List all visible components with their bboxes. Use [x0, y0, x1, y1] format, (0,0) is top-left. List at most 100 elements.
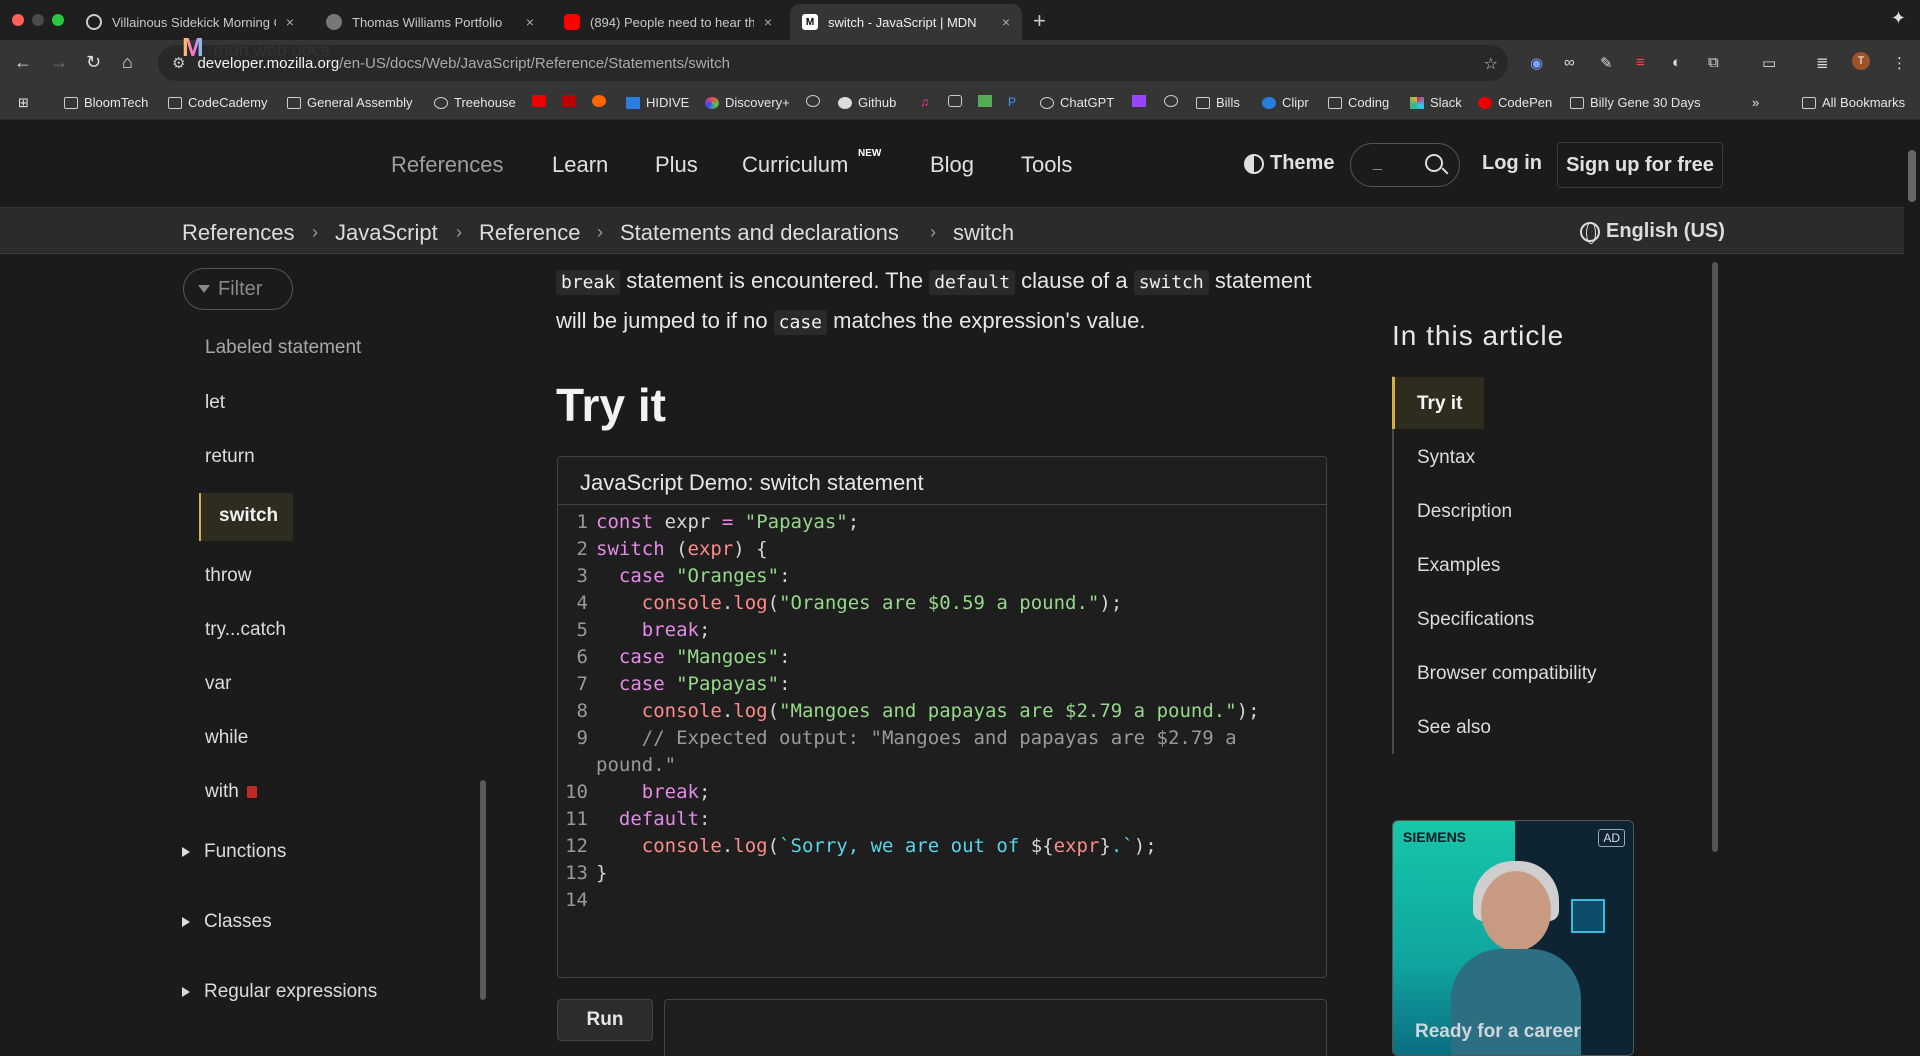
nav-learn[interactable]: Learn — [552, 152, 608, 178]
code-editor[interactable]: 1 const expr = "Papayas"; 2 switch (expr) … — [558, 505, 1326, 916]
run-button[interactable]: Run — [557, 999, 653, 1041]
sidebar-item[interactable]: with — [205, 781, 257, 803]
bookmark-link[interactable]: Discovery+ — [705, 95, 790, 110]
nav-plus[interactable]: Plus — [655, 152, 698, 178]
toc-item-browser-compatibility[interactable]: Browser compatibility — [1417, 663, 1597, 685]
close-tab-icon[interactable]: × — [1002, 14, 1010, 30]
bookmark-link[interactable] — [592, 95, 612, 107]
advertisement[interactable]: SIEMENS AD Ready for a career — [1392, 820, 1634, 1056]
toc-item-examples[interactable]: Examples — [1417, 555, 1500, 577]
new-tab-button[interactable]: + — [1033, 8, 1046, 34]
toc-item-description[interactable]: Description — [1417, 501, 1512, 523]
back-icon[interactable]: ← — [14, 52, 32, 73]
sidebar-item[interactable]: Labeled statement — [205, 337, 361, 359]
extensions-puzzle-icon[interactable]: ⧉ — [1708, 54, 1719, 71]
gemini-icon[interactable]: ✦ — [1891, 8, 1906, 29]
theme-button[interactable]: Theme — [1244, 152, 1334, 175]
sidebar-group[interactable]: Classes — [182, 911, 272, 933]
profile-avatar[interactable]: T — [1852, 52, 1870, 70]
bookmark-link[interactable]: Slack — [1410, 95, 1462, 110]
toc-item-specifications[interactable]: Specifications — [1417, 609, 1534, 631]
apps-grid-icon[interactable]: ⊞ — [18, 95, 29, 111]
home-icon[interactable]: ⌂ — [122, 52, 133, 73]
minimize-window-button[interactable] — [32, 14, 44, 26]
more-bookmarks-button[interactable]: » — [1752, 95, 1759, 110]
extension-icon[interactable]: ◐ — [1672, 54, 1681, 71]
bookmark-link[interactable] — [806, 95, 826, 107]
eyedropper-icon[interactable]: ✎ — [1600, 54, 1613, 72]
breadcrumb-item-current[interactable]: switch — [953, 220, 1014, 246]
close-tab-icon[interactable]: × — [764, 14, 772, 30]
toc-item-see-also[interactable]: See also — [1417, 717, 1491, 739]
zoom-window-button[interactable] — [52, 14, 64, 26]
mdn-logo[interactable]: Mmdn web docs — [182, 32, 330, 63]
bookmark-folder[interactable]: Bills — [1196, 95, 1240, 110]
sidebar-filter-input[interactable]: Filter — [183, 268, 293, 310]
bookmark-link[interactable]: P — [1008, 95, 1028, 109]
breadcrumb-item[interactable]: Reference — [479, 220, 581, 246]
nav-curriculum[interactable]: Curriculum — [742, 152, 848, 178]
bookmark-star-icon[interactable]: ☆ — [1484, 54, 1498, 74]
bookmark-folder[interactable]: All Bookmarks — [1802, 95, 1905, 110]
bookmark-folder[interactable]: Coding — [1328, 95, 1389, 110]
extension-icon[interactable]: ◉ — [1530, 54, 1543, 72]
bookmark-folder[interactable]: General Assembly — [287, 95, 413, 110]
sidebar-item[interactable]: try...catch — [205, 619, 286, 641]
bookmark-folder[interactable]: CodeCademy — [168, 95, 268, 110]
expand-triangle-icon — [182, 987, 190, 997]
toc-item-syntax[interactable]: Syntax — [1417, 447, 1475, 469]
bookmark-link[interactable]: HIDIVE — [626, 95, 689, 110]
bookmark-link[interactable] — [948, 95, 968, 107]
browser-tab[interactable]: (894) People need to hear thi × — [552, 4, 784, 40]
bookmark-link[interactable]: ChatGPT — [1040, 95, 1114, 110]
browser-tab[interactable]: Thomas Williams Portfolio × — [314, 4, 546, 40]
sidebar-item-active[interactable]: switch — [199, 493, 293, 541]
extension-icon[interactable]: ≡ — [1636, 54, 1645, 71]
bookmark-link[interactable] — [532, 95, 552, 107]
sidebar-item[interactable]: var — [205, 673, 231, 695]
reload-icon[interactable]: ↻ — [86, 52, 101, 73]
bookmark-link[interactable] — [978, 95, 998, 107]
close-tab-icon[interactable]: × — [526, 14, 534, 30]
bookmark-link[interactable] — [562, 95, 582, 107]
page-scrollbar[interactable] — [1908, 150, 1916, 202]
folder-icon — [1328, 96, 1342, 109]
bookmark-link[interactable]: CodePen — [1478, 95, 1552, 110]
bookmark-link[interactable]: Clipr — [1262, 95, 1309, 110]
login-link[interactable]: Log in — [1482, 152, 1542, 175]
extension-icon[interactable]: ∞ — [1564, 54, 1575, 71]
search-button[interactable]: _ — [1350, 143, 1460, 187]
browser-tab-active[interactable]: M switch - JavaScript | MDN × — [790, 4, 1022, 40]
close-tab-icon[interactable]: × — [286, 14, 294, 30]
breadcrumb-item[interactable]: References — [182, 220, 295, 246]
sidebar-item[interactable]: throw — [205, 565, 251, 587]
sidebar-item[interactable]: let — [205, 392, 225, 414]
bookmark-link[interactable]: Github — [838, 95, 896, 110]
sidebar-group[interactable]: Functions — [182, 841, 286, 863]
bookmark-link[interactable]: ♫ — [920, 95, 940, 109]
close-window-button[interactable] — [12, 14, 24, 26]
sidebar-item[interactable]: while — [205, 727, 248, 749]
signup-button[interactable]: Sign up for free — [1557, 142, 1723, 188]
bookmark-link[interactable]: Treehouse — [434, 95, 516, 110]
content-scrollbar[interactable] — [1712, 262, 1718, 852]
bookmark-folder[interactable]: Billy Gene 30 Days — [1570, 95, 1701, 110]
toc-item-try-it[interactable]: Try it — [1417, 393, 1462, 415]
sidebar-scrollbar[interactable] — [480, 780, 486, 1000]
breadcrumb-item[interactable]: Statements and declarations — [620, 220, 899, 246]
sidebar-group[interactable]: Regular expressions — [182, 981, 377, 1003]
breadcrumb-item[interactable]: JavaScript — [335, 220, 438, 246]
nav-blog[interactable]: Blog — [930, 152, 974, 178]
nav-tools[interactable]: Tools — [1021, 152, 1072, 178]
menu-icon[interactable]: ⋮ — [1892, 54, 1907, 72]
language-switcher[interactable]: English (US) — [1580, 220, 1725, 244]
bookmark-link[interactable] — [1132, 95, 1152, 107]
bookmark-folder[interactable]: BloomTech — [64, 95, 148, 110]
forward-icon[interactable]: → — [50, 52, 68, 73]
sidebar-item[interactable]: return — [205, 446, 255, 468]
media-icon[interactable]: ≣ — [1816, 54, 1829, 72]
tab-search-icon[interactable]: ▭ — [1762, 54, 1776, 72]
address-bar[interactable]: ⚙ developer.mozilla.org/en-US/docs/Web/J… — [158, 45, 1508, 81]
bookmark-link[interactable] — [1164, 95, 1184, 107]
nav-references[interactable]: References — [391, 152, 504, 178]
